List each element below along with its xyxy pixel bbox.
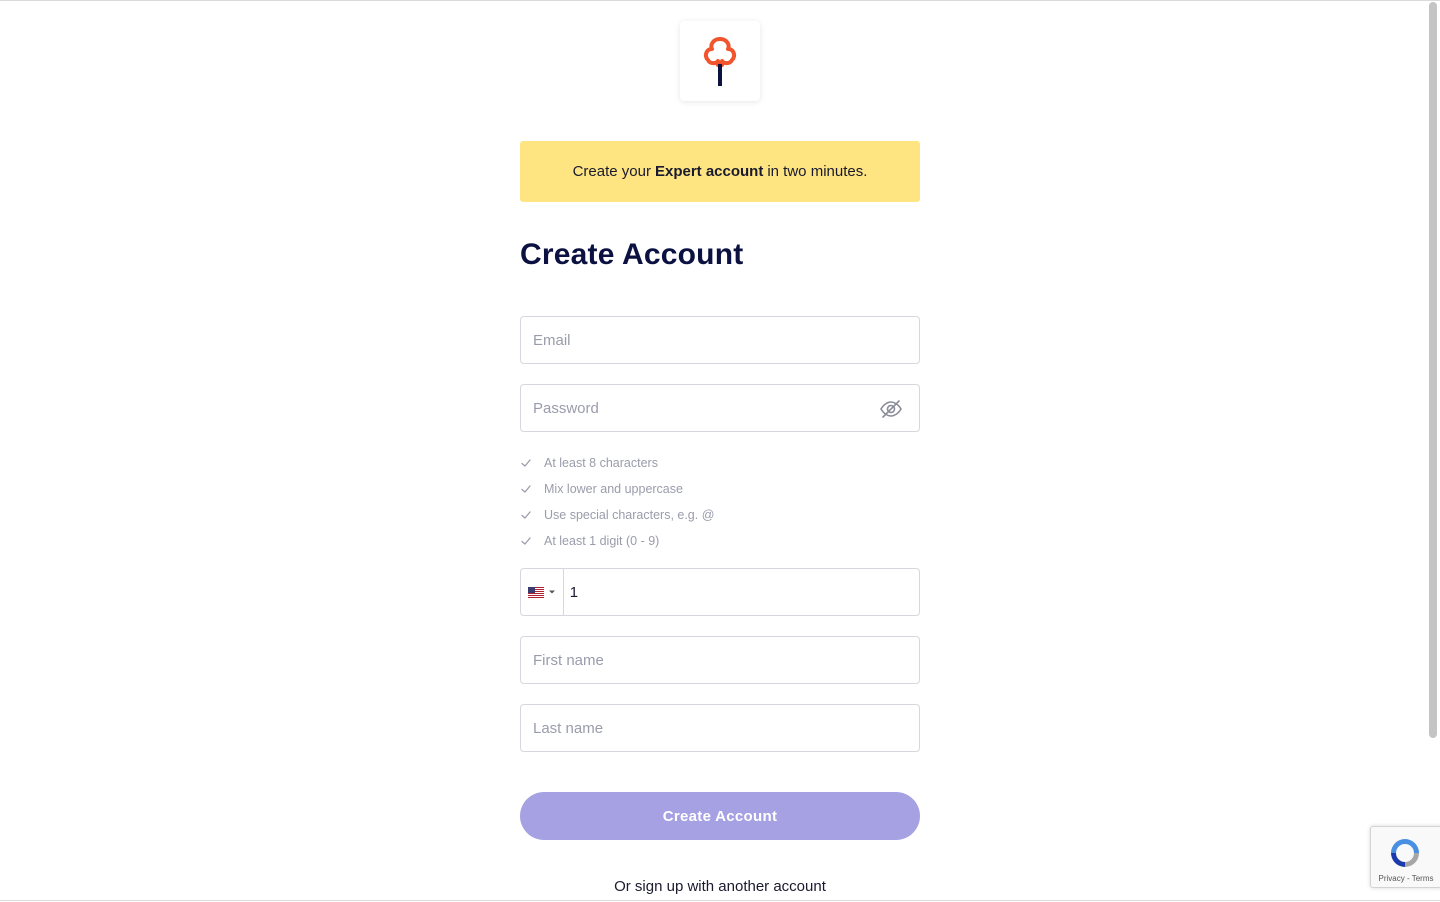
eye-slash-icon[interactable]	[879, 397, 903, 421]
banner-suffix: in two minutes.	[767, 163, 868, 180]
create-account-button[interactable]: Create Account	[520, 792, 920, 840]
alt-signup-text: Or sign up with another account	[614, 878, 826, 895]
recaptcha-icon	[1391, 839, 1419, 867]
password-rule: At least 8 characters	[520, 450, 920, 476]
recaptcha-privacy-link[interactable]: Privacy	[1379, 874, 1405, 883]
email-field[interactable]	[521, 317, 919, 363]
password-rule: Mix lower and uppercase	[520, 476, 920, 502]
phone-field[interactable]	[563, 569, 919, 615]
us-flag-icon	[527, 586, 544, 598]
phone-field-wrapper	[520, 568, 920, 616]
email-field-wrapper	[520, 316, 920, 364]
first-name-field-wrapper	[520, 636, 920, 684]
recaptcha-badge[interactable]: Privacy - Terms	[1370, 826, 1440, 888]
password-rule-text: At least 8 characters	[544, 456, 658, 470]
first-name-field[interactable]	[521, 637, 919, 683]
last-name-field[interactable]	[521, 705, 919, 751]
password-rule-text: Use special characters, e.g. @	[544, 508, 715, 522]
scrollbar[interactable]	[1429, 2, 1437, 738]
caret-down-icon	[548, 590, 555, 594]
top-border	[0, 0, 1440, 1]
password-field[interactable]	[521, 385, 919, 431]
promo-banner: Create your Expert account in two minute…	[520, 141, 920, 202]
logo[interactable]	[680, 21, 760, 101]
recaptcha-links: Privacy - Terms	[1371, 874, 1440, 883]
check-icon	[521, 537, 531, 545]
password-rule-text: At least 1 digit (0 - 9)	[544, 534, 660, 548]
recaptcha-terms-link[interactable]: Terms	[1412, 874, 1434, 883]
bottom-border	[0, 900, 1440, 901]
check-icon	[521, 459, 531, 467]
page-title: Create Account	[520, 238, 744, 271]
check-icon	[521, 511, 531, 519]
recaptcha-separator: -	[1404, 874, 1412, 883]
tree-logo-icon	[703, 37, 737, 86]
password-rule: Use special characters, e.g. @	[520, 502, 920, 528]
last-name-field-wrapper	[520, 704, 920, 752]
password-rule-text: Mix lower and uppercase	[544, 482, 683, 496]
password-field-wrapper	[520, 384, 920, 432]
country-selector[interactable]	[521, 569, 564, 615]
password-rules: At least 8 characters Mix lower and uppe…	[520, 450, 920, 554]
banner-prefix: Create your	[572, 163, 651, 180]
password-rule: At least 1 digit (0 - 9)	[520, 528, 920, 554]
check-icon	[521, 485, 531, 493]
banner-highlight: Expert account	[654, 163, 764, 180]
